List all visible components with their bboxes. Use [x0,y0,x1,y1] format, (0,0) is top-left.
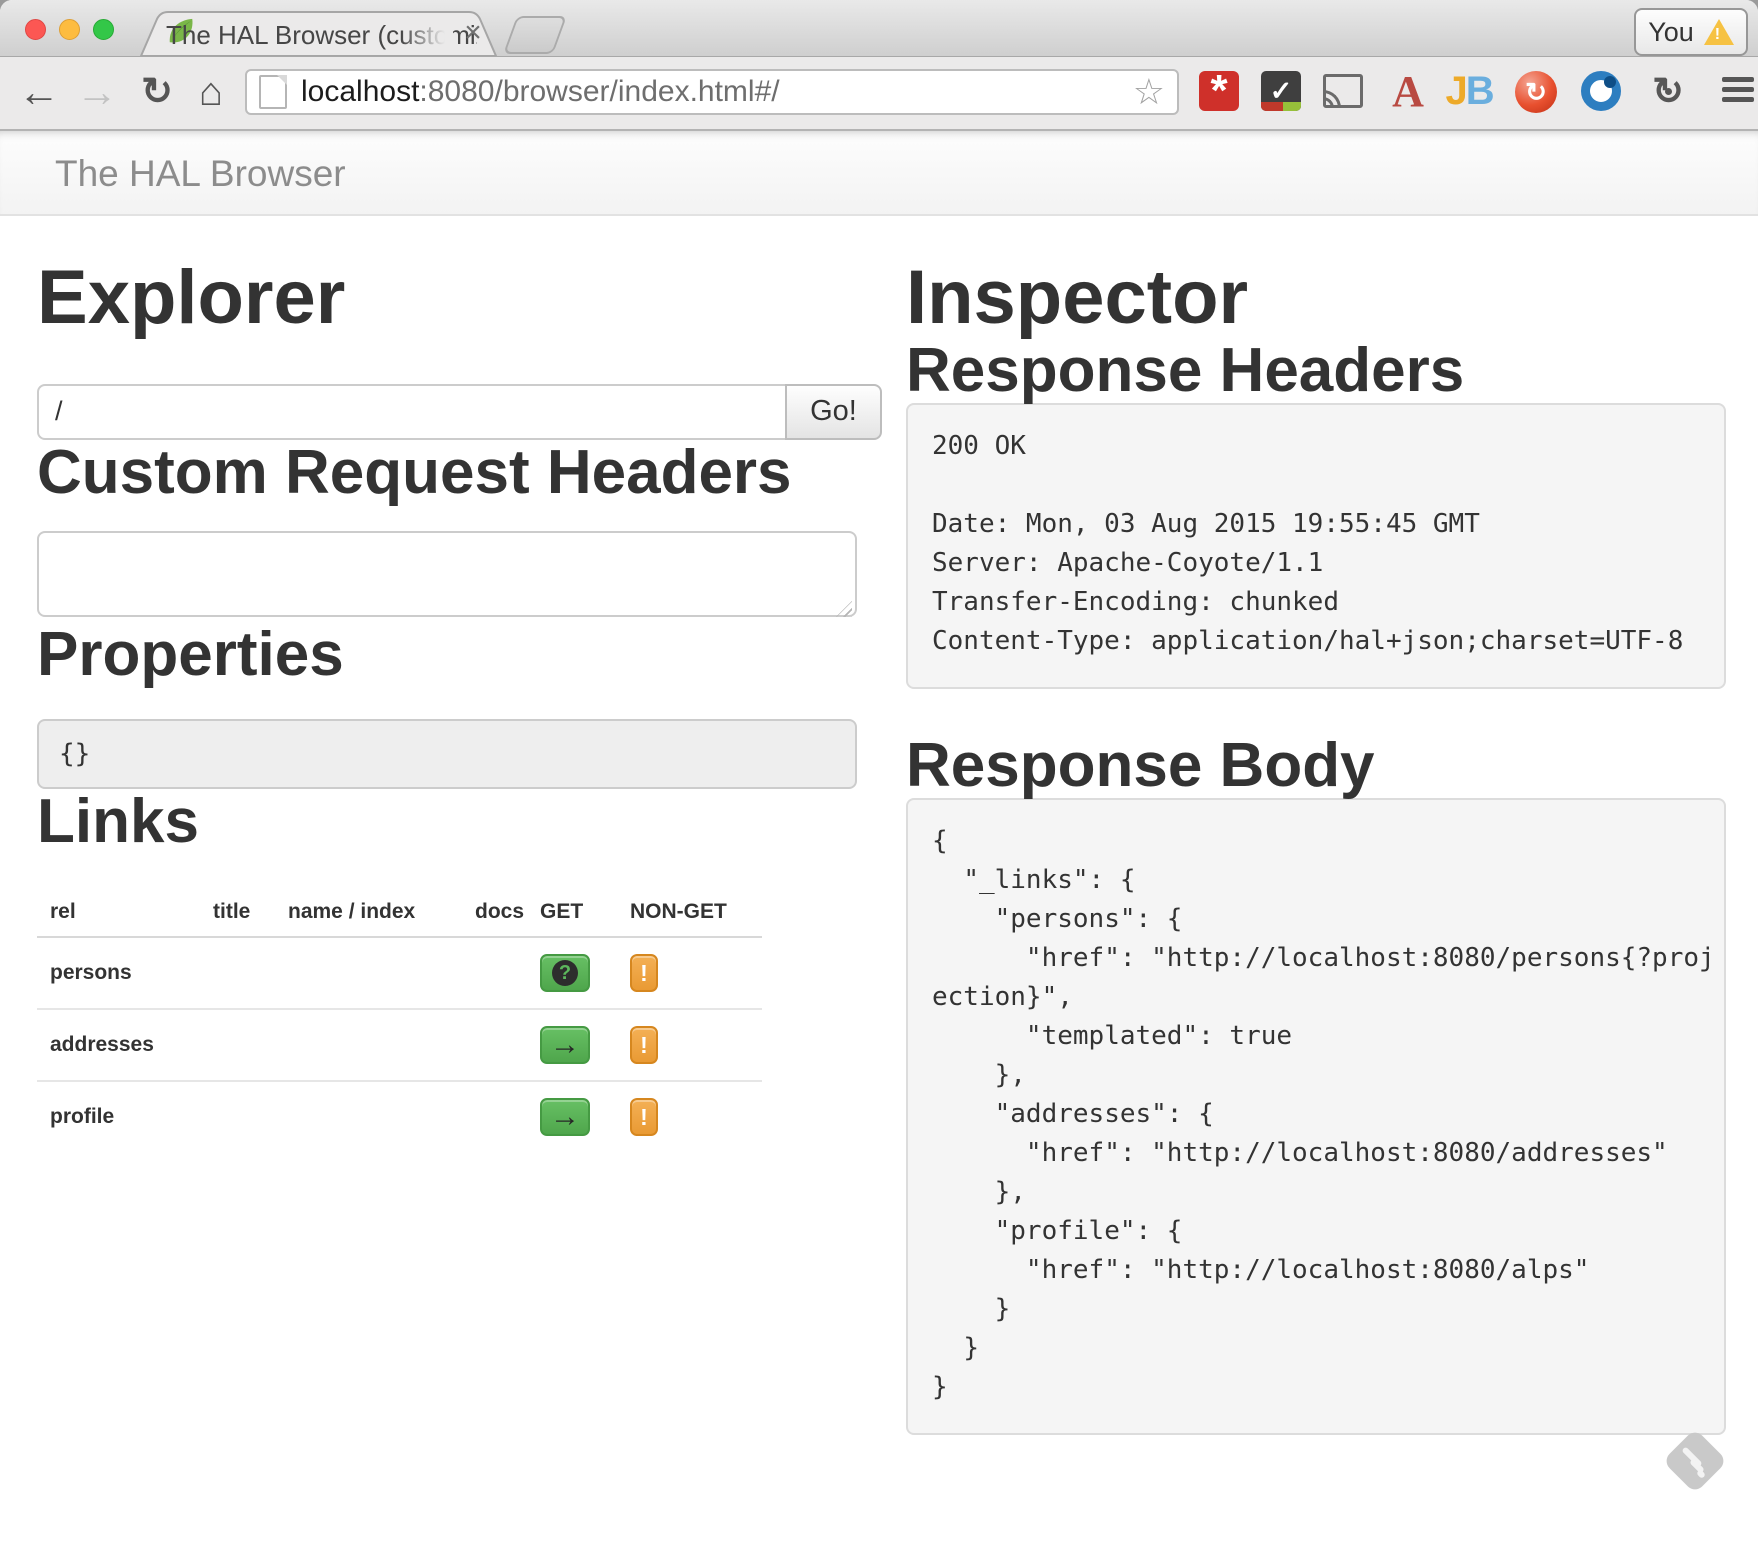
browser-window: The HAL Browser (customiz × You ! ← → ↻ … [0,0,1758,1542]
address-bar[interactable]: localhost:8080/browser/index.html#/ ☆ [245,69,1179,115]
custom-request-headers-heading: Custom Request Headers [37,440,882,505]
response-body-box: { "_links": { "persons": { "href": "http… [906,798,1726,1435]
alert-icon: ! [640,1032,648,1059]
arrow-right-icon: → [550,1030,580,1060]
non-get-button[interactable]: ! [630,1098,658,1136]
arrow-right-icon: → [550,1102,580,1132]
response-headers-box: 200 OK Date: Mon, 03 Aug 2015 19:55:45 G… [906,403,1726,689]
custom-headers-textarea[interactable] [37,531,857,617]
back-button[interactable]: ← [16,69,62,115]
minimize-window-button[interactable] [59,19,80,40]
rel-label: persons [37,961,200,985]
zoom-window-button[interactable] [93,19,114,40]
rotate-extension-icon[interactable]: ↻ [1648,71,1688,111]
new-tab-button[interactable] [503,16,567,54]
tab-close-icon[interactable]: × [457,18,489,50]
browser-toolbar: ← → ↻ ⌂ localhost:8080/browser/index.htm… [0,57,1758,131]
get-button[interactable]: → [540,1026,590,1064]
column-name-index: name / index [275,900,462,924]
non-get-button[interactable]: ! [630,1026,658,1064]
jb-extension-icon[interactable]: JB [1450,71,1490,111]
custom-headers-wrap [37,505,857,622]
alert-icon: ! [640,960,648,987]
properties-heading: Properties [37,622,882,687]
table-row-persons: persons ? ! [37,938,762,1010]
get-templated-button[interactable]: ? [540,954,590,992]
reload-button[interactable]: ↻ [134,69,180,115]
inspector-heading: Inspector [906,258,1726,338]
bookmark-star-icon[interactable]: ☆ [1133,71,1165,113]
non-get-button[interactable]: ! [630,954,658,992]
question-icon: ? [552,960,578,986]
tab-title-fade [401,16,453,52]
url-path: :8080/browser/index.html#/ [419,75,779,108]
lastpass-extension-icon[interactable]: * [1199,71,1239,111]
blue-circle-extension-icon[interactable] [1581,71,1621,111]
title-bar: The HAL Browser (customiz × You ! [0,0,1758,57]
response-headers-heading: Response Headers [906,338,1726,403]
properties-field [37,719,857,789]
links-table: rel title name / index docs GET NON-GET … [37,888,762,1152]
profile-button[interactable]: You ! [1634,8,1748,56]
red-refresh-extension-icon[interactable]: ↻ [1515,71,1557,113]
response-body-heading: Response Body [906,733,1726,798]
url-text[interactable]: localhost:8080/browser/index.html#/ [301,75,1133,109]
table-row-addresses: addresses → ! [37,1010,762,1082]
rel-label: profile [37,1105,200,1129]
checkmark-extension-icon[interactable]: ✓ [1261,71,1301,111]
chromecast-extension-icon[interactable] [1323,71,1363,111]
url-host: localhost [301,75,419,108]
inspector-column: Inspector Response Headers 200 OK Date: … [906,216,1726,1435]
alert-icon: ! [640,1104,648,1131]
go-button[interactable]: Go! [785,384,882,440]
home-button[interactable]: ⌂ [188,69,234,115]
page-content: Explorer Go! Custom Request Headers Prop… [0,216,1758,1542]
table-row-profile: profile → ! [37,1082,762,1152]
column-get: GET [527,900,617,924]
explorer-heading: Explorer [37,258,882,338]
letter-a-extension-icon[interactable]: A [1388,71,1428,111]
chrome-menu-icon[interactable] [1722,77,1754,107]
page-title: The HAL Browser [55,153,346,195]
forward-button[interactable]: → [74,69,120,115]
resource-path-input[interactable] [37,384,785,440]
rel-label: addresses [37,1033,200,1057]
get-button[interactable]: → [540,1098,590,1136]
column-non-get: NON-GET [617,900,762,924]
links-heading: Links [37,789,882,854]
feedly-icon[interactable] [1662,1428,1727,1493]
page-icon [259,75,287,109]
column-rel: rel [37,900,200,924]
column-docs: docs [462,900,527,924]
column-title: title [200,900,275,924]
links-table-header: rel title name / index docs GET NON-GET [37,888,762,938]
sync-warning-icon: ! [1704,19,1734,45]
browser-tab[interactable]: The HAL Browser (customiz × [140,10,497,56]
profile-button-label: You [1648,17,1694,48]
page-header: The HAL Browser [0,131,1758,216]
address-input-group: Go! [37,384,882,440]
close-window-button[interactable] [25,19,46,40]
explorer-column: Explorer Go! Custom Request Headers Prop… [37,216,882,1152]
